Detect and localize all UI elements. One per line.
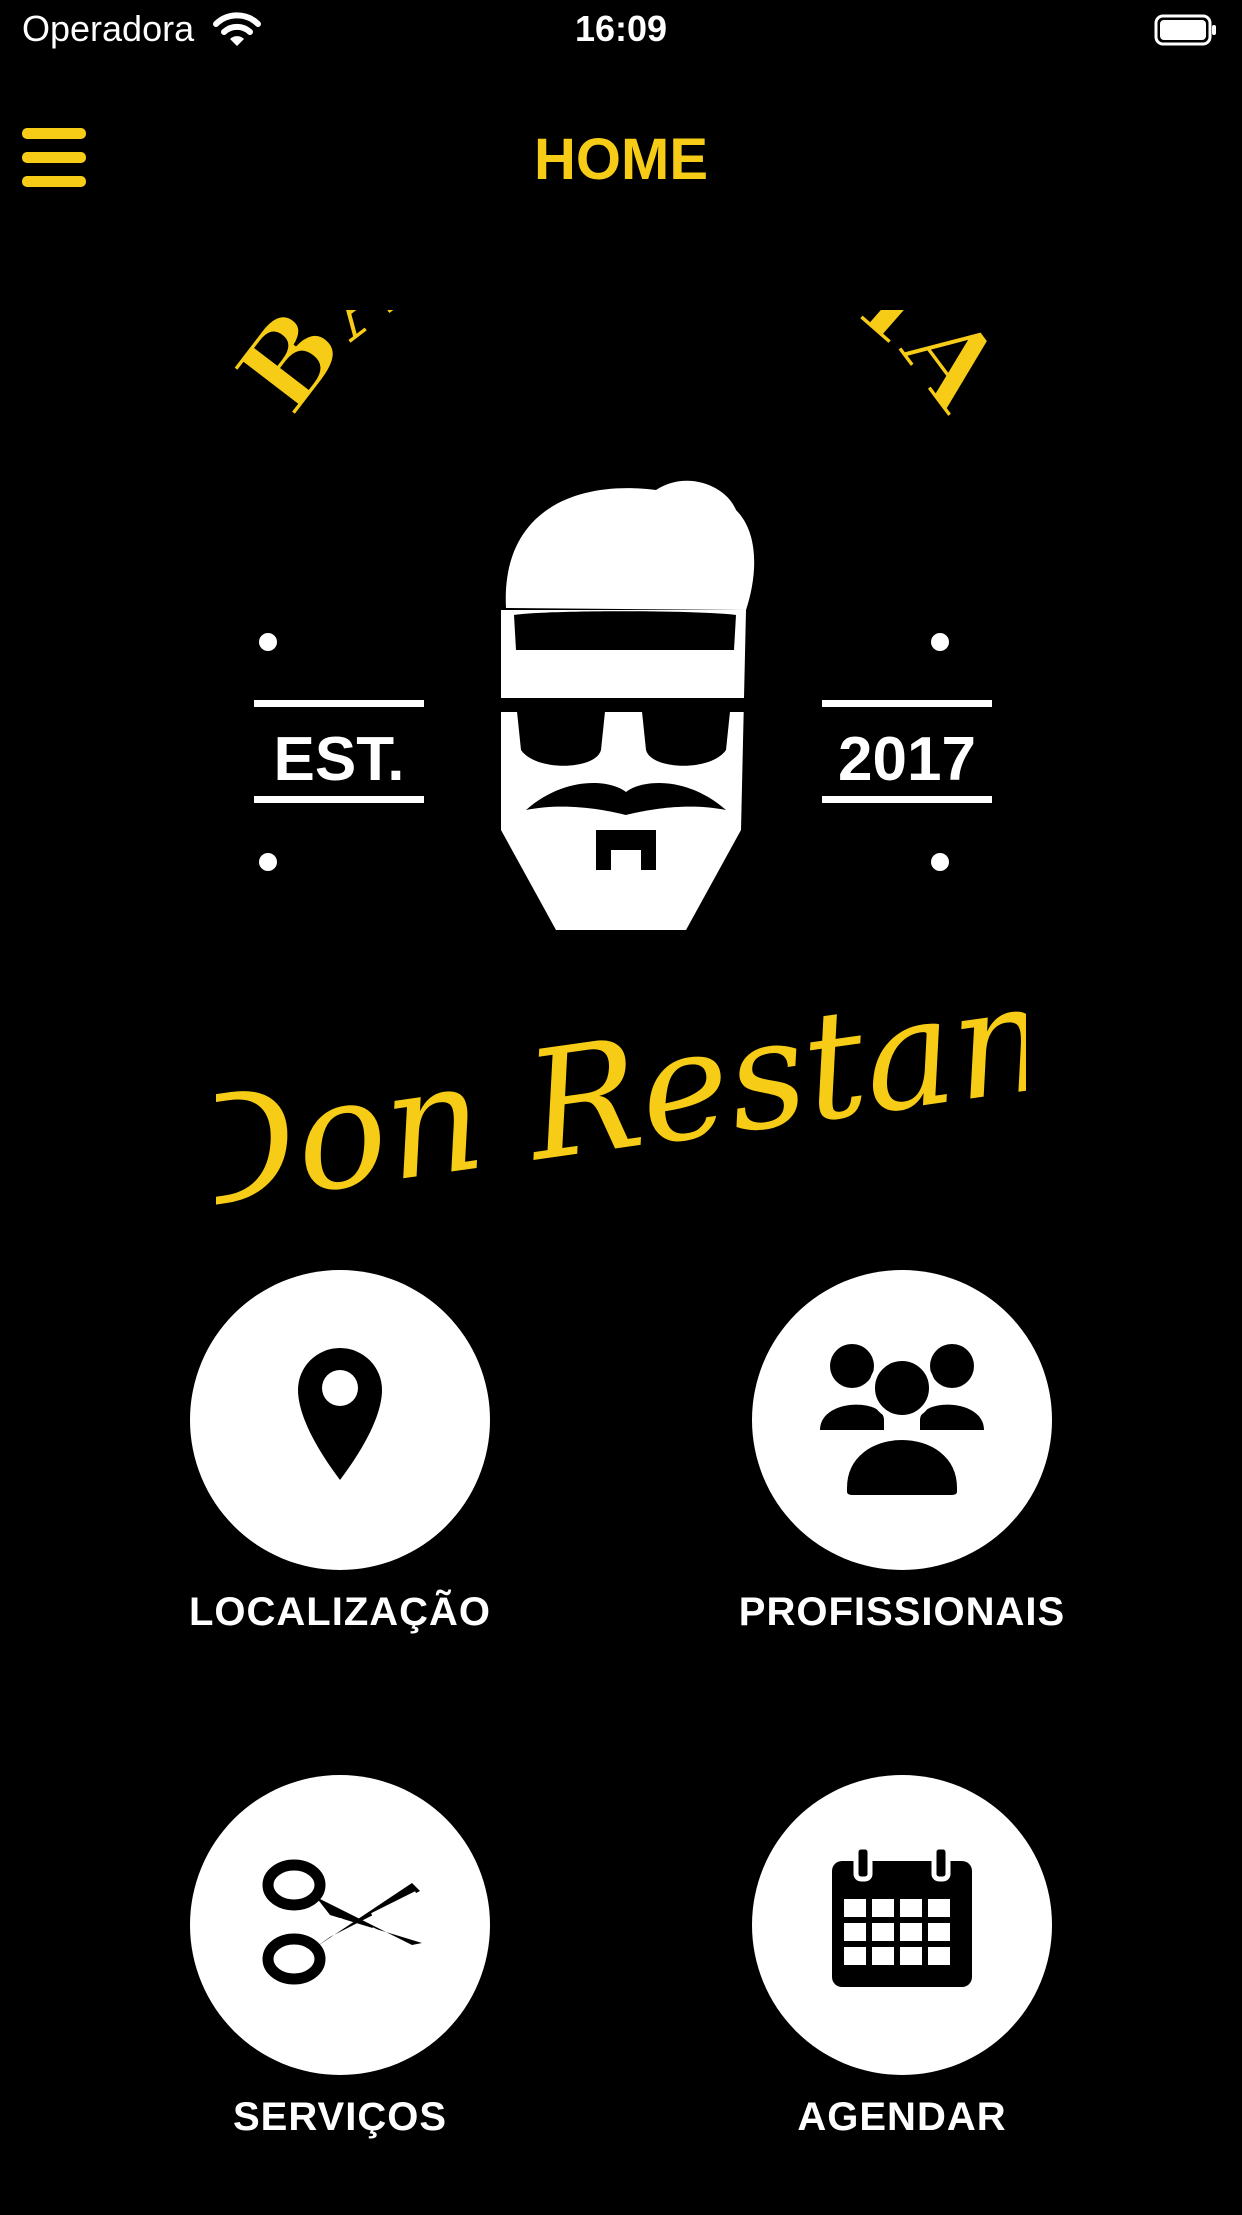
agendar-button[interactable]: AGENDAR — [692, 1775, 1112, 2215]
status-bar: Operadora 16:09 — [0, 0, 1242, 64]
servicos-button[interactable]: SERVIÇOS — [130, 1775, 550, 2215]
calendar-icon — [832, 1844, 972, 1987]
page-title: HOME — [534, 127, 708, 192]
agendar-circle — [752, 1775, 1052, 2075]
brand-logo: BARBEARIA EST. 2017 Don Restani — [216, 310, 1026, 1210]
servicos-circle — [190, 1775, 490, 2075]
localizacao-label: LOCALIZAÇÃO — [188, 1590, 492, 1634]
svg-text:Don Restani: Don Restani — [216, 943, 1026, 1210]
profissionais-circle — [752, 1270, 1052, 1570]
battery-icon — [1154, 14, 1216, 46]
agendar-label: AGENDAR — [797, 2095, 1007, 2139]
map-pin-icon — [298, 1348, 382, 1480]
profissionais-label: PROFISSIONAIS — [738, 1590, 1066, 1634]
scissors-icon — [262, 1859, 422, 1985]
nav-bar: HOME — [0, 90, 1242, 230]
localizacao-circle — [190, 1270, 490, 1570]
status-time: 16:09 — [574, 8, 668, 49]
servicos-label: SERVIÇOS — [233, 2095, 447, 2139]
profissionais-button[interactable]: PROFISSIONAIS — [692, 1270, 1112, 1710]
svg-text:EST.: EST. — [274, 725, 405, 794]
localizacao-button[interactable]: LOCALIZAÇÃO — [130, 1270, 550, 1710]
users-group-icon — [820, 1344, 984, 1501]
svg-text:2017: 2017 — [838, 725, 976, 794]
svg-text:BARBEARIA: BARBEARIA — [216, 310, 1026, 436]
